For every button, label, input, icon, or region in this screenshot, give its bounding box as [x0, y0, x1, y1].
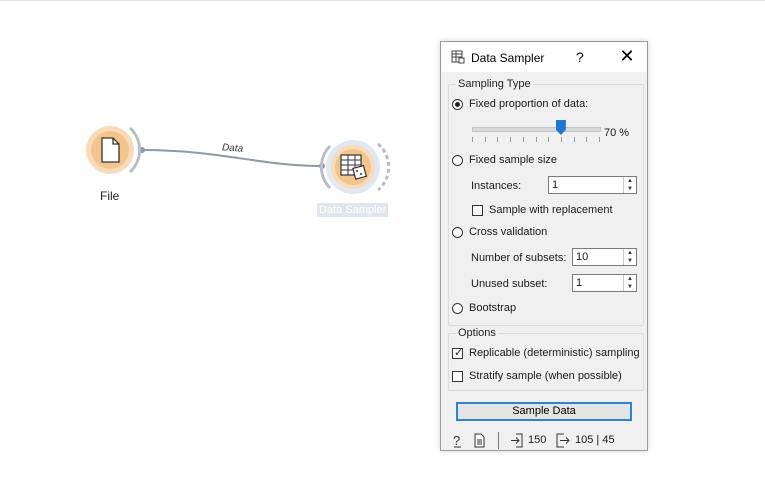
title-bar[interactable]: Data Sampler ? ✕	[441, 42, 647, 72]
radio-label: Fixed proportion of data:	[469, 98, 589, 110]
checkbox-replicable[interactable]: ✓ Replicable (deterministic) sampling	[452, 347, 640, 359]
input-icon	[511, 433, 523, 448]
checkbox-sample-with-replacement[interactable]: Sample with replacement	[472, 204, 613, 216]
spin-down-icon[interactable]: ▼	[624, 257, 636, 265]
spinbox-value: 10	[576, 251, 589, 263]
file-node-label: File	[100, 189, 120, 203]
output-counts: 105 | 45	[575, 434, 615, 446]
report-icon[interactable]	[474, 433, 486, 448]
instances-spinbox[interactable]: 1 ▲ ▼	[548, 176, 637, 194]
sample-data-button[interactable]: Sample Data	[456, 402, 632, 421]
radio-indicator[interactable]	[452, 154, 463, 166]
link-file-to-sampler[interactable]	[0, 0, 430, 489]
help-icon[interactable]: ?	[452, 433, 464, 448]
proportion-value: 70 %	[604, 127, 630, 139]
instances-label: Instances:	[471, 180, 522, 192]
spin-up-icon[interactable]: ▲	[624, 275, 636, 283]
close-button[interactable]: ✕	[617, 46, 637, 66]
radio-label: Fixed sample size	[469, 154, 558, 166]
radio-fixed-proportion[interactable]: Fixed proportion of data:	[452, 98, 588, 110]
radio-bootstrap[interactable]: Bootstrap	[452, 302, 516, 314]
spinbox-value: 1	[552, 179, 559, 191]
help-button[interactable]: ?	[576, 49, 584, 65]
spin-up-icon[interactable]: ▲	[624, 177, 636, 185]
options-title: Options	[456, 327, 498, 339]
sampling-type-title: Sampling Type	[456, 78, 533, 90]
checkbox-indicator[interactable]: ✓	[452, 346, 464, 359]
radio-label: Bootstrap	[469, 302, 517, 314]
checkbox-indicator[interactable]	[472, 204, 483, 216]
spin-down-icon[interactable]: ▼	[624, 283, 636, 291]
data-sampler-node-label: Data Sampler	[317, 203, 389, 217]
radio-indicator[interactable]	[452, 226, 463, 238]
radio-indicator[interactable]	[452, 98, 463, 110]
spin-up-icon[interactable]: ▲	[624, 249, 636, 257]
checkbox-label: Stratify sample (when possible)	[469, 370, 622, 382]
input-count: 150	[528, 434, 547, 446]
unused-subset-spinbox[interactable]: 1 ▲ ▼	[572, 274, 637, 292]
radio-fixed-size[interactable]: Fixed sample size	[452, 154, 557, 166]
status-separator	[498, 432, 499, 449]
unused-subset-label: Unused subset:	[471, 278, 548, 290]
checkbox-label: Replicable (deterministic) sampling	[469, 347, 640, 359]
file-node[interactable]	[82, 122, 146, 182]
link-label: Data	[221, 142, 244, 155]
subsets-spinbox[interactable]: 10 ▲ ▼	[572, 248, 637, 266]
checkbox-label: Sample with replacement	[489, 204, 613, 216]
proportion-slider-track[interactable]	[472, 127, 601, 132]
spinbox-value: 1	[576, 277, 583, 289]
dialog-title: Data Sampler	[471, 51, 545, 65]
data-sampler-node[interactable]	[318, 136, 394, 198]
file-icon	[101, 137, 120, 163]
spin-down-icon[interactable]: ▼	[624, 185, 636, 193]
slider-ticks	[472, 137, 600, 142]
svg-text:?: ?	[453, 433, 460, 448]
data-sampler-icon	[451, 50, 465, 64]
checkbox-stratify[interactable]: Stratify sample (when possible)	[452, 370, 622, 382]
radio-indicator[interactable]	[452, 302, 463, 314]
options-group	[448, 333, 644, 391]
output-icon	[556, 433, 570, 448]
checkmark-icon: ✓	[454, 346, 464, 359]
radio-label: Cross validation	[469, 226, 548, 238]
radio-cross-validation[interactable]: Cross validation	[452, 226, 547, 238]
workflow-canvas[interactable]: Data File Data Sampler	[0, 0, 430, 489]
subsets-label: Number of subsets:	[471, 252, 567, 264]
checkbox-indicator[interactable]	[452, 370, 463, 382]
